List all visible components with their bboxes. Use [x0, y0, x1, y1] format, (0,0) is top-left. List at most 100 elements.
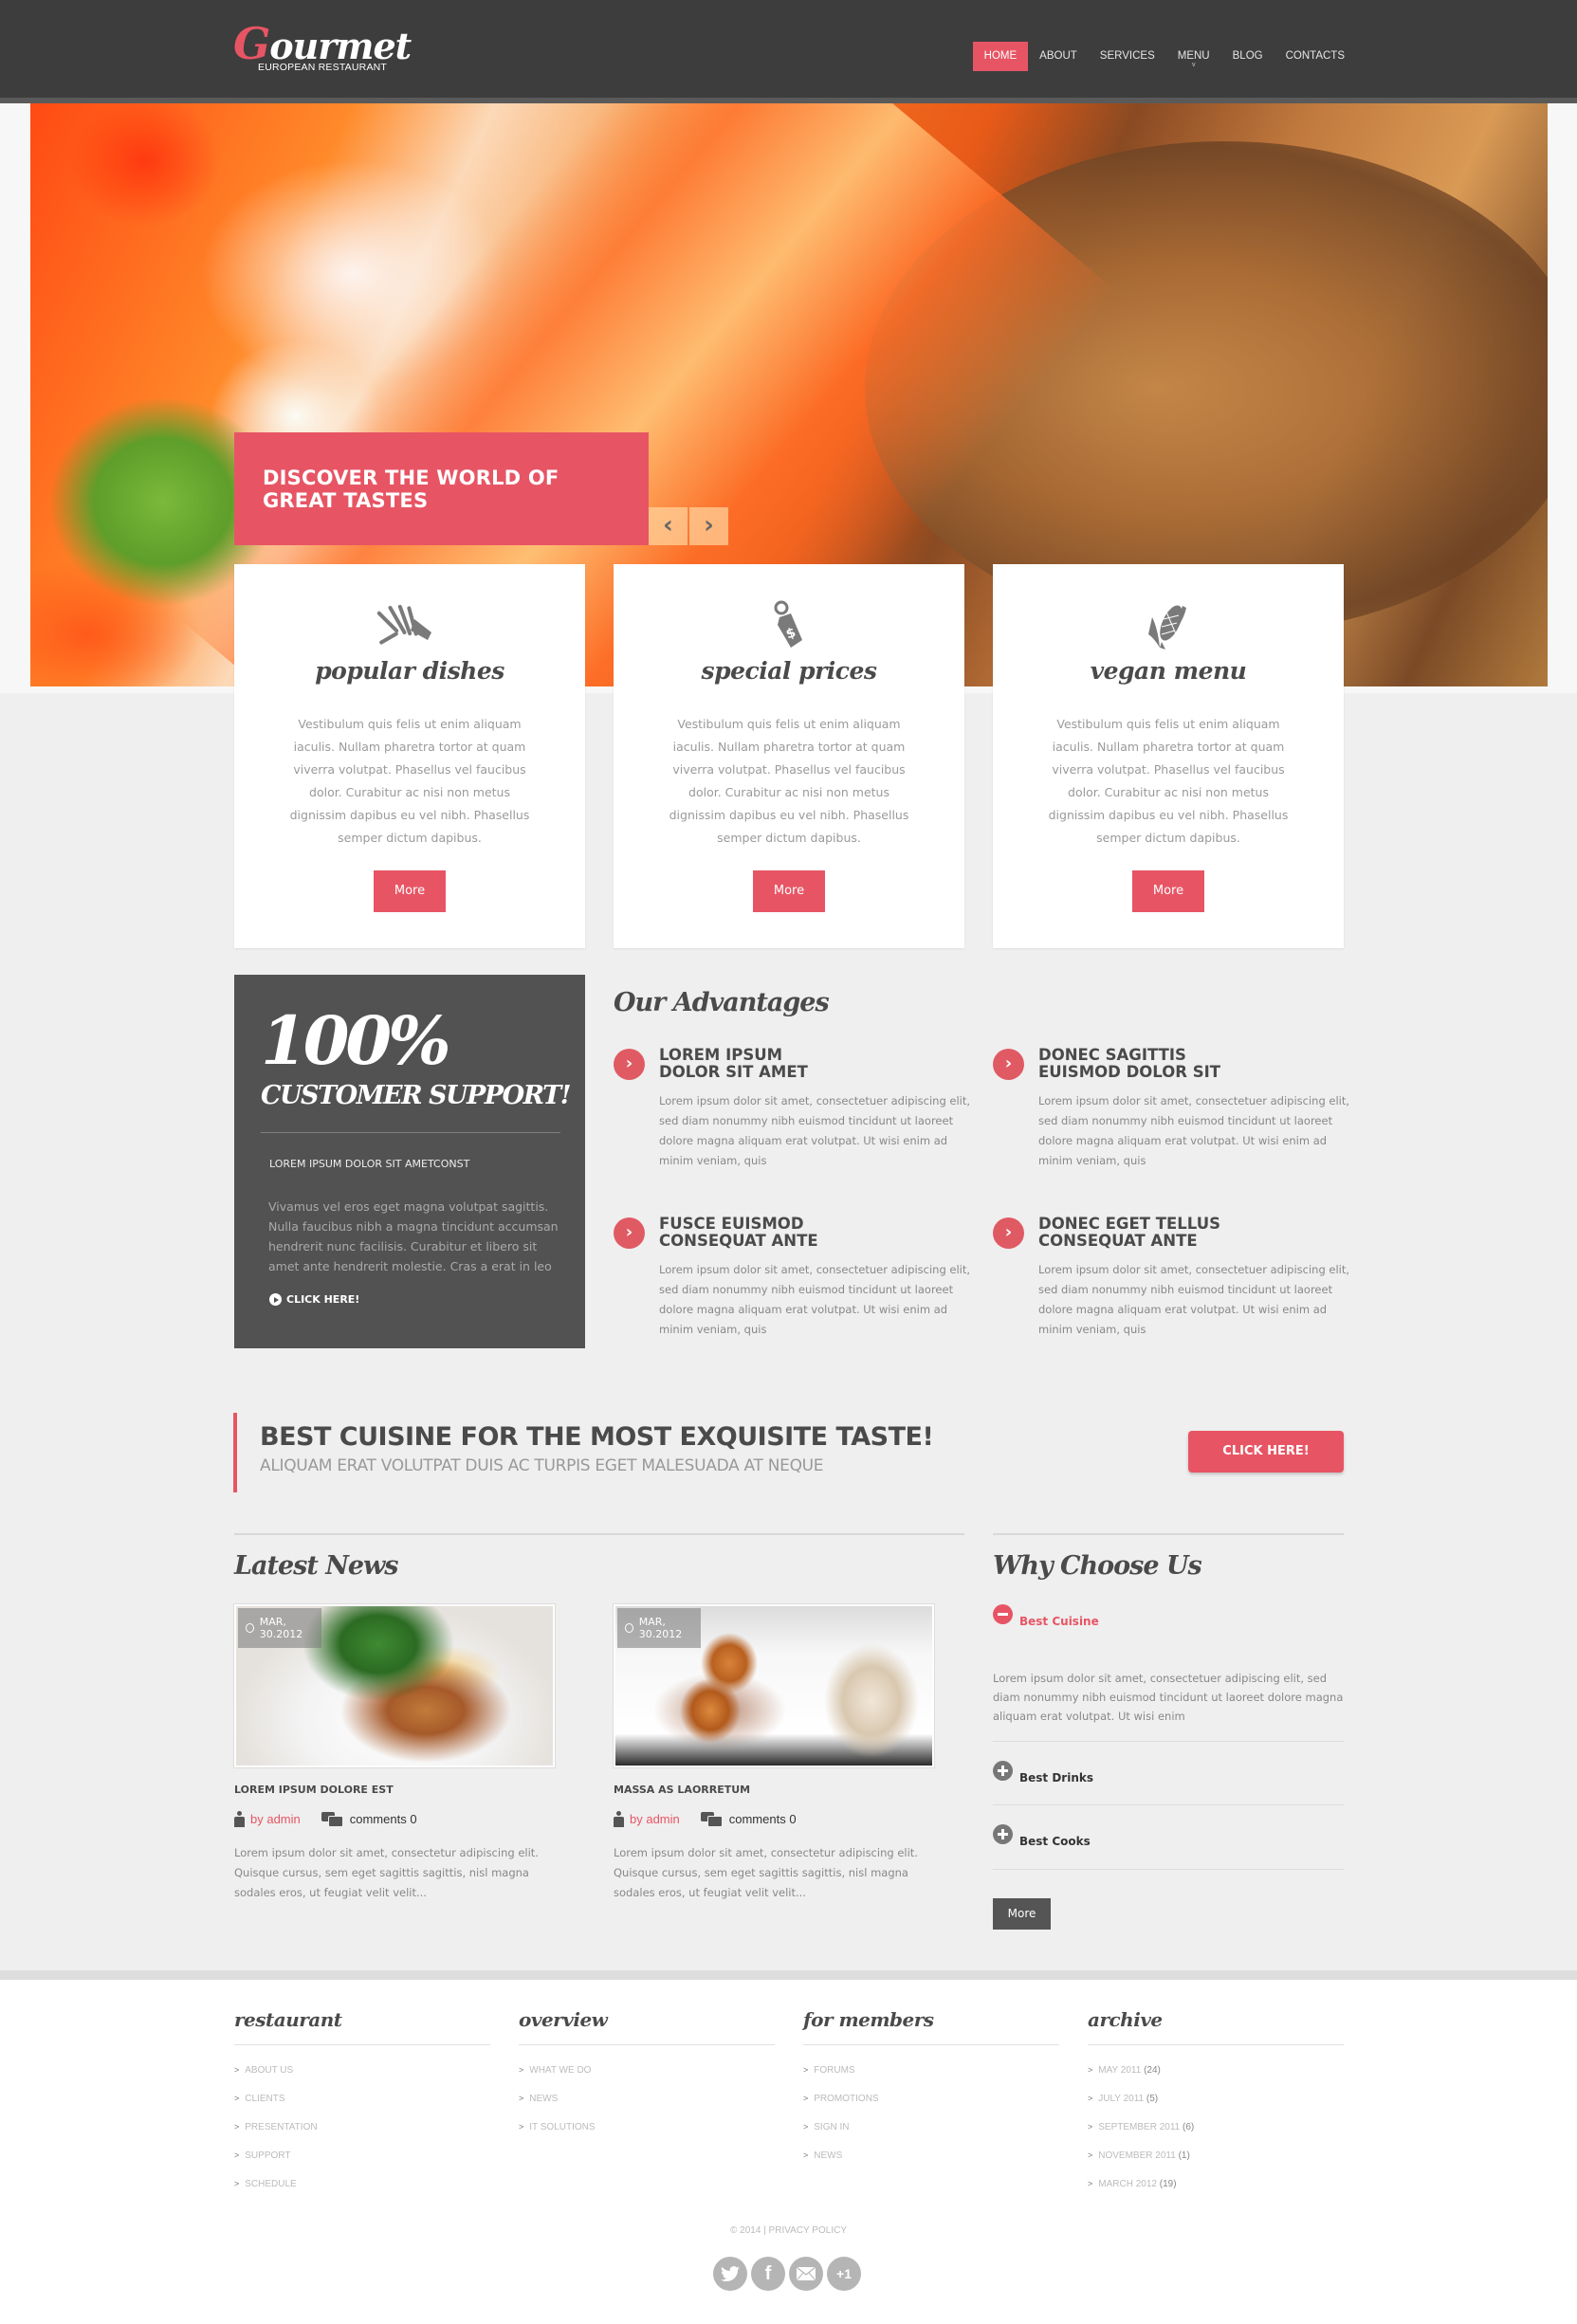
news-comments-link[interactable]: comments 0: [729, 1812, 797, 1826]
advantage-title: DONEC SAGITTIS EUISMOD DOLOR SIT: [1038, 1047, 1220, 1081]
nav-services[interactable]: SERVICES: [1089, 42, 1166, 71]
chevron-right-icon: >: [1088, 2179, 1093, 2188]
news-date: MAR, 30.2012: [259, 1616, 303, 1640]
footer-link[interactable]: > SIGN IN: [803, 2117, 1059, 2146]
accordion-best-drinks[interactable]: Best Drinks: [993, 1761, 1093, 1784]
footer-link[interactable]: > ABOUT US: [234, 2060, 490, 2089]
advantage-title-line: CONSEQUAT ANTE: [659, 1232, 818, 1250]
google-plus-one-icon: +1: [836, 2266, 852, 2281]
footer-column-for-members: for members > FORUMS > PROMOTIONS > SIGN IN…: [803, 2008, 1059, 2174]
why-more-button[interactable]: More: [993, 1898, 1051, 1930]
support-link-label: CLICK HERE!: [286, 1293, 360, 1306]
comments-icon: [321, 1811, 343, 1827]
footer-column-rule: [234, 2044, 490, 2045]
footer-column-title: restaurant: [234, 2008, 342, 2031]
advantage-text: Lorem ipsum dolor sit amet, consectetuer…: [659, 1263, 971, 1336]
footer-column-overview: overview > WHAT WE DO > NEWS > IT SOLUTIONS: [519, 2008, 775, 2146]
news-divider: [234, 1533, 964, 1535]
footer-link[interactable]: > MAY 2011 (24): [1088, 2060, 1344, 2089]
chevron-left-icon: ‹: [663, 511, 673, 540]
news-image[interactable]: MAR, 30.2012: [233, 1603, 556, 1768]
twitter-icon: [721, 2266, 740, 2281]
slider-prev-button[interactable]: ‹: [649, 507, 688, 545]
news-date: MAR, 30.2012: [638, 1616, 683, 1640]
price-tag-icon: $: [614, 600, 964, 650]
nav-blog[interactable]: BLOG: [1221, 42, 1274, 71]
logo[interactable]: Gourmet EUROPEAN RESTAURANT: [233, 22, 412, 73]
news-date-badge: MAR, 30.2012: [238, 1608, 321, 1648]
news-excerpt: Lorem ipsum dolor sit amet, consectetur …: [614, 1846, 918, 1899]
chevron-right-circle-icon: ›: [993, 1217, 1024, 1249]
user-icon: [234, 1811, 245, 1827]
more-button[interactable]: More: [1132, 870, 1204, 912]
footer-link[interactable]: > NEWS: [519, 2089, 775, 2117]
footer-link[interactable]: > SCHEDULE: [234, 2174, 490, 2203]
twitter-button[interactable]: [713, 2257, 747, 2291]
footer-column-archive: archive > MAY 2011 (24) > JULY 2011 (5) > S…: [1088, 2008, 1344, 2203]
support-label: LOREM IPSUM DOLOR SIT AMETCONST: [269, 1158, 470, 1170]
footer-link[interactable]: > SUPPORT: [234, 2146, 490, 2174]
news-comments-link[interactable]: comments 0: [350, 1812, 417, 1826]
comments-icon: [700, 1811, 723, 1827]
facebook-icon: f: [764, 2262, 772, 2284]
chevron-right-icon: >: [1088, 2122, 1093, 2132]
footer-link[interactable]: > PROMOTIONS: [803, 2089, 1059, 2117]
cta-click-here-button[interactable]: CLICK HERE!: [1188, 1431, 1344, 1473]
slider-next-button[interactable]: ›: [689, 507, 728, 545]
footer-link-label: PRESENTATION: [245, 2122, 318, 2132]
news-author-link[interactable]: by admin: [250, 1812, 301, 1826]
advantage-text: Lorem ipsum dolor sit amet, consectetuer…: [659, 1094, 971, 1167]
news-meta: by admin comments 0: [614, 1811, 797, 1827]
cta-title: BEST CUISINE FOR THE MOST EXQUISITE TAST…: [260, 1422, 934, 1452]
nav-home[interactable]: HOME: [972, 42, 1029, 71]
chevron-right-icon: >: [1088, 2065, 1093, 2075]
accordion-label: Best Cooks: [1019, 1835, 1091, 1848]
accordion-best-cuisine[interactable]: Best Cuisine: [993, 1604, 1099, 1628]
footer-link-label: NEWS: [529, 2094, 559, 2104]
clock-icon: [625, 1623, 633, 1633]
accordion-best-cooks[interactable]: Best Cooks: [993, 1824, 1091, 1848]
footer-link-label: SEPTEMBER 2011: [1098, 2122, 1181, 2132]
footer-link[interactable]: > FORUMS: [803, 2060, 1059, 2089]
archive-count: (1): [1178, 2150, 1190, 2161]
news-author-link[interactable]: by admin: [630, 1812, 680, 1826]
footer-link-label: FORUMS: [814, 2065, 855, 2076]
feature-card-special-prices: $ special prices Vestibulum quis felis u…: [614, 564, 964, 948]
news-title[interactable]: MASSA AS LAORRETUM: [614, 1784, 750, 1796]
site-header: Gourmet EUROPEAN RESTAURANT HOME ABOUT S…: [0, 0, 1577, 98]
footer-link[interactable]: > NEWS: [803, 2146, 1059, 2174]
footer-link[interactable]: > WHAT WE DO: [519, 2060, 775, 2089]
footer-link-label: SUPPORT: [245, 2150, 291, 2161]
support-click-here-link[interactable]: CLICK HERE!: [269, 1293, 359, 1306]
nav-about[interactable]: ABOUT: [1028, 42, 1089, 71]
more-button[interactable]: More: [374, 870, 446, 912]
hero-caption-text: DISCOVER THE WORLD OF GREAT TASTES: [263, 467, 559, 512]
advantage-text: Lorem ipsum dolor sit amet, consectetuer…: [1038, 1094, 1350, 1167]
more-button[interactable]: More: [753, 870, 825, 912]
chevron-right-icon: >: [519, 2094, 524, 2103]
advantage-title-line: FUSCE EUISMOD: [659, 1215, 804, 1233]
news-title[interactable]: LOREM IPSUM DOLORE EST: [234, 1784, 394, 1796]
footer-link[interactable]: > SEPTEMBER 2011 (6): [1088, 2117, 1344, 2146]
footer-link-label: CLIENTS: [245, 2094, 285, 2104]
footer-link[interactable]: > NOVEMBER 2011 (1): [1088, 2146, 1344, 2174]
email-button[interactable]: [789, 2257, 823, 2291]
advantage-title-line: DONEC EGET TELLUS: [1038, 1215, 1220, 1233]
social-links: f +1: [713, 2257, 861, 2291]
footer-link[interactable]: > IT SOLUTIONS: [519, 2117, 775, 2146]
footer-link[interactable]: > MARCH 2012 (19): [1088, 2174, 1344, 2203]
archive-count: (19): [1159, 2179, 1177, 2189]
chevron-right-icon: ›: [704, 511, 714, 540]
why-divider: [993, 1533, 1344, 1535]
chevron-right-icon: >: [234, 2122, 240, 2132]
footer-link[interactable]: > PRESENTATION: [234, 2117, 490, 2146]
news-image[interactable]: MAR, 30.2012: [613, 1603, 935, 1768]
google-plus-one-button[interactable]: +1: [827, 2257, 861, 2291]
nav-menu[interactable]: MENU v: [1166, 42, 1221, 71]
copyright-privacy-link[interactable]: © 2014 | PRIVACY POLICY: [0, 2225, 1577, 2236]
footer-link[interactable]: > JULY 2011 (5): [1088, 2089, 1344, 2117]
footer-link[interactable]: > CLIENTS: [234, 2089, 490, 2117]
nav-contacts[interactable]: CONTACTS: [1274, 42, 1356, 71]
chevron-right-circle-icon: ›: [614, 1049, 645, 1080]
facebook-button[interactable]: f: [751, 2257, 785, 2291]
